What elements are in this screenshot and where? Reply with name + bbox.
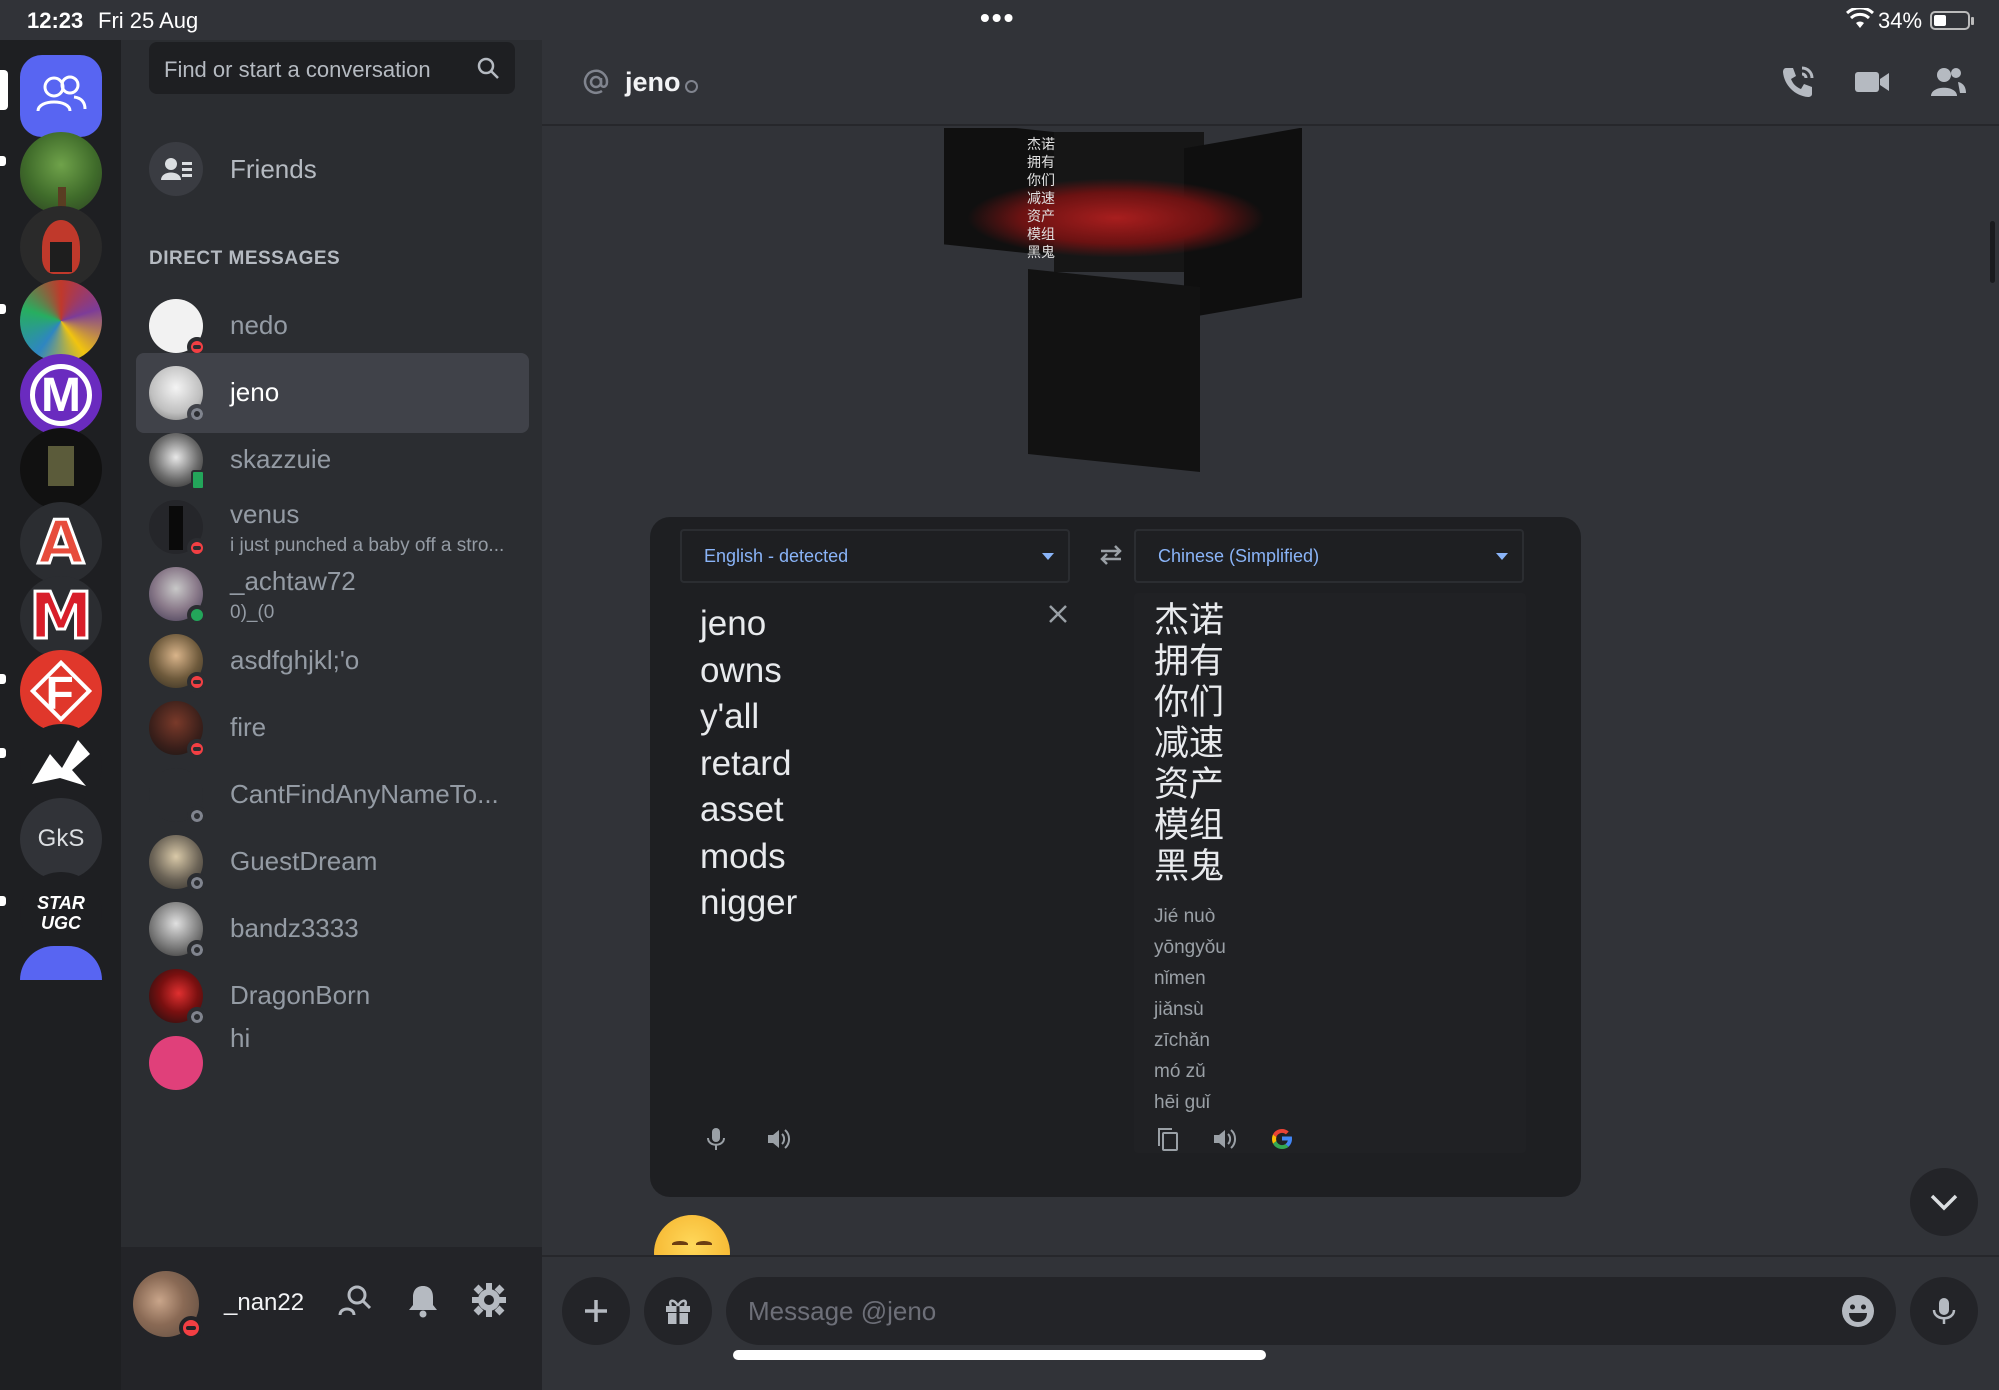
video-call-icon[interactable] bbox=[1852, 62, 1892, 102]
message-list: 杰诺 拥有 你们 减速 资产 模组 黑鬼 English - detected … bbox=[542, 128, 1999, 1255]
voice-call-icon[interactable] bbox=[1778, 62, 1818, 102]
gift-button[interactable] bbox=[644, 1277, 712, 1345]
message-composer bbox=[542, 1255, 1999, 1390]
copy-icon[interactable] bbox=[1154, 1125, 1182, 1153]
source-language-select[interactable]: English - detected bbox=[680, 529, 1070, 583]
dm-item-hi[interactable]: hi bbox=[136, 1023, 529, 1103]
dm-list: nedo jeno skazzuie venus i just punched … bbox=[136, 286, 536, 1240]
dm-name: GuestDream bbox=[230, 846, 378, 876]
clear-text-icon[interactable] bbox=[1047, 603, 1069, 625]
message-input-container bbox=[726, 1277, 1896, 1345]
emoji-picker-icon[interactable] bbox=[1840, 1293, 1876, 1329]
dragon-icon bbox=[32, 740, 90, 786]
user-name: _nan22 bbox=[224, 1289, 305, 1316]
swap-languages-icon[interactable] bbox=[1097, 543, 1125, 567]
dm-name: fire bbox=[230, 712, 267, 742]
status-date: Fri 25 Aug bbox=[98, 8, 199, 33]
notifications-bell-icon[interactable] bbox=[404, 1281, 442, 1319]
search-placeholder: Find or start a conversation bbox=[164, 57, 431, 82]
dm-name: bandz3333 bbox=[230, 913, 359, 943]
image-overlay-text: 杰诺 拥有 你们 减速 资产 模组 黑鬼 bbox=[1027, 137, 1055, 261]
battery-percent: 34% bbox=[1878, 8, 1923, 33]
chevron-down-icon bbox=[1930, 1194, 1958, 1211]
find-users-icon[interactable] bbox=[336, 1281, 374, 1319]
settings-gear-icon[interactable] bbox=[470, 1281, 508, 1319]
member-list-icon[interactable] bbox=[1928, 62, 1968, 102]
status-bar: 12:23 Fri 25 Aug ••• 34% bbox=[0, 0, 1999, 40]
image-attachment[interactable]: 杰诺 拥有 你们 减速 资产 模组 黑鬼 bbox=[936, 128, 1316, 473]
search-input[interactable]: Find or start a conversation bbox=[149, 42, 515, 94]
server-m-red[interactable]: M bbox=[20, 576, 102, 658]
speaker-icon[interactable] bbox=[764, 1125, 792, 1153]
home-indicator[interactable] bbox=[733, 1350, 1266, 1360]
dm-sidebar: Find or start a conversation Friends DIR… bbox=[121, 40, 542, 1390]
dm-name: jeno bbox=[230, 377, 280, 407]
dropdown-caret-icon bbox=[1042, 553, 1054, 560]
pinyin-text: Jié nuò yōngyǒu nǐmen jiǎnsù zīchǎn mó z… bbox=[1154, 906, 1226, 1113]
translated-text: 杰诺 拥有 你们 减速 资产 模组 黑鬼 bbox=[1154, 601, 1225, 887]
source-text-area[interactable]: jeno owns y'all retard asset mods nigger bbox=[680, 593, 1070, 1159]
multitasking-dots-icon[interactable]: ••• bbox=[980, 2, 1015, 34]
dm-name: hi bbox=[230, 1023, 251, 1053]
server-character[interactable] bbox=[20, 428, 102, 510]
avatar bbox=[149, 1036, 203, 1090]
jump-to-present-button[interactable] bbox=[1910, 1168, 1978, 1236]
dm-name: venus bbox=[230, 499, 300, 529]
dropdown-caret-icon bbox=[1496, 553, 1508, 560]
dm-name: nedo bbox=[230, 310, 288, 340]
server-star-ugc[interactable]: STAR UGC bbox=[20, 872, 102, 954]
search-icon bbox=[477, 57, 499, 79]
dm-name: CantFindAnyNameTo... bbox=[230, 779, 499, 809]
target-language-label: Chinese (Simplified) bbox=[1158, 546, 1320, 566]
scrollbar-thumb[interactable] bbox=[1990, 221, 1995, 283]
source-text: jeno owns y'all retard asset mods nigger bbox=[700, 604, 798, 922]
dm-name: DragonBorn bbox=[230, 980, 371, 1010]
server-m-purple[interactable]: M bbox=[20, 354, 102, 436]
server-collage[interactable] bbox=[20, 280, 102, 362]
status-time: 12:23 bbox=[27, 8, 84, 33]
dm-section-header: DIRECT MESSAGES bbox=[149, 248, 341, 269]
server-f[interactable]: F bbox=[20, 650, 102, 732]
add-attachment-button[interactable] bbox=[562, 1277, 630, 1345]
friends-icon bbox=[149, 142, 203, 196]
source-language-label: English - detected bbox=[704, 546, 849, 566]
microphone-icon bbox=[1932, 1298, 1956, 1324]
selected-indicator bbox=[0, 70, 8, 110]
friends-label: Friends bbox=[230, 154, 317, 184]
home-dms-button[interactable] bbox=[20, 55, 102, 137]
discord-friends-icon bbox=[36, 75, 87, 112]
chat-header: jeno bbox=[542, 40, 1999, 126]
dm-name: asdfghjkl;'o bbox=[230, 645, 360, 675]
dm-name: _achtaw72 bbox=[230, 566, 356, 596]
translator-screenshot[interactable]: English - detected Chinese (Simplified) … bbox=[650, 517, 1581, 1197]
message-input[interactable] bbox=[748, 1277, 1808, 1345]
battery-icon bbox=[1930, 11, 1974, 30]
translation-output: 杰诺 拥有 你们 减速 资产 模组 黑鬼 Jié nuò yōngyǒu nǐm… bbox=[1134, 593, 1526, 1153]
server-gks[interactable]: GkS bbox=[20, 798, 102, 880]
chat-title: jeno bbox=[625, 67, 681, 97]
server-a[interactable]: A bbox=[20, 502, 102, 584]
chat-pane: jeno 杰诺 拥有 你们 减速 资产 模组 黑鬼 English - dete… bbox=[542, 40, 1999, 1390]
speaker-icon[interactable] bbox=[1210, 1125, 1238, 1153]
user-panel: _nan22 bbox=[121, 1247, 542, 1390]
friends-nav-item[interactable]: Friends bbox=[136, 132, 536, 202]
at-sign-icon bbox=[583, 69, 609, 94]
server-tree[interactable] bbox=[20, 132, 102, 214]
user-status-dnd bbox=[179, 1316, 203, 1340]
google-logo-icon[interactable] bbox=[1268, 1125, 1296, 1153]
server-rail: M A M F GkS STAR UGC bbox=[0, 40, 121, 1390]
gift-icon bbox=[666, 1299, 690, 1324]
target-language-select[interactable]: Chinese (Simplified) bbox=[1134, 529, 1524, 583]
wifi-icon bbox=[1846, 8, 1874, 28]
server-spartan[interactable] bbox=[20, 206, 102, 288]
voice-message-button[interactable] bbox=[1910, 1277, 1978, 1345]
server-dragon[interactable] bbox=[20, 724, 102, 806]
microphone-icon[interactable] bbox=[702, 1125, 730, 1153]
plus-icon bbox=[585, 1300, 607, 1322]
recipient-status-offline bbox=[685, 80, 698, 93]
dm-name: skazzuie bbox=[230, 444, 332, 474]
